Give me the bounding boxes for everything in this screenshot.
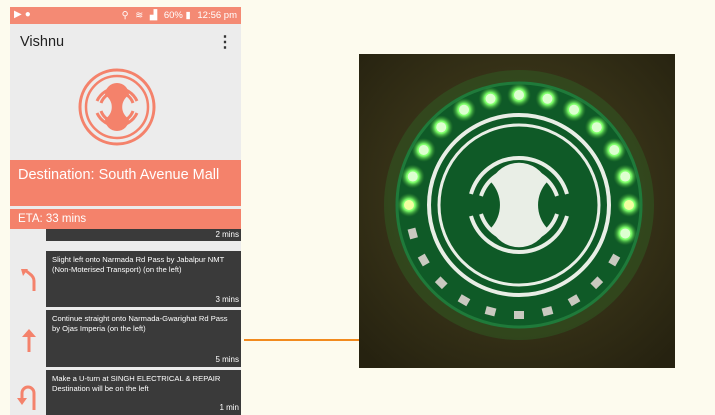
led-pad	[514, 311, 524, 319]
led-lit	[609, 145, 620, 155]
phone-screenshot: ▶● ⚲ ≋ ▟ 60% ▮ 12:56 pm Vishnu ⋮ Destina…	[10, 7, 241, 415]
led-lit	[624, 200, 634, 210]
led-lit	[404, 200, 414, 210]
status-right: ⚲ ≋ ▟ 60% ▮ 12:56 pm	[122, 10, 237, 21]
led-lit	[418, 145, 429, 155]
led-lit	[569, 104, 579, 115]
step-text: Slight left onto Narmada Rd Pass by Jaba…	[52, 255, 225, 274]
status-bar: ▶● ⚲ ≋ ▟ 60% ▮ 12:56 pm	[10, 7, 241, 24]
battery-icon: ▮	[185, 10, 191, 21]
signal-icon: ▟	[149, 10, 158, 21]
led-lit	[620, 171, 631, 182]
directions-list[interactable]: 2 mins Slight left onto Narmada Rd Pass …	[10, 229, 241, 415]
app-logo	[78, 68, 156, 146]
step-duration: 3 mins	[215, 294, 239, 304]
direction-step[interactable]: Continue straight onto Narmada-Gwarighat…	[46, 310, 241, 367]
device-photo	[359, 54, 675, 368]
step-duration: 2 mins	[215, 230, 239, 239]
previous-step-card[interactable]: 2 mins	[46, 229, 241, 241]
step-duration: 5 mins	[215, 354, 239, 364]
led-lit	[485, 93, 496, 104]
app-bar: Vishnu ⋮	[10, 24, 241, 62]
led-lit	[514, 90, 524, 100]
location-icon: ⚲	[121, 10, 129, 21]
slight-left-arrow-icon	[21, 268, 36, 291]
led-ring-device	[359, 54, 675, 368]
led-lit	[620, 228, 631, 239]
wifi-icon: ≋	[135, 10, 144, 21]
battery-percent: 60%	[163, 10, 183, 21]
status-time: 12:56 pm	[197, 10, 237, 21]
led-lit	[591, 122, 602, 133]
direction-step[interactable]: Slight left onto Narmada Rd Pass by Jaba…	[46, 251, 241, 307]
step-text: Make a U-turn at SINGH ELECTRICAL & REPA…	[52, 374, 221, 393]
step-text: Continue straight onto Narmada-Gwarighat…	[52, 314, 228, 333]
led-lit	[542, 93, 553, 104]
u-turn-arrow-icon	[17, 385, 36, 410]
eta-banner: ETA: 33 mins	[10, 209, 241, 229]
led-lit	[459, 104, 469, 115]
more-vert-icon[interactable]: ⋮	[217, 32, 233, 52]
led-lit	[407, 171, 418, 182]
status-left-icons: ▶●	[14, 9, 34, 20]
step-duration: 1 min	[219, 402, 239, 412]
destination-banner: Destination: South Avenue Mall	[10, 160, 241, 206]
chat-icon: ●	[24, 9, 34, 20]
straight-arrow-icon	[22, 329, 36, 352]
play-icon: ▶	[14, 9, 25, 20]
direction-step[interactable]: Make a U-turn at SINGH ELECTRICAL & REPA…	[46, 370, 241, 415]
app-title: Vishnu	[20, 34, 65, 50]
led-lit	[436, 122, 447, 133]
